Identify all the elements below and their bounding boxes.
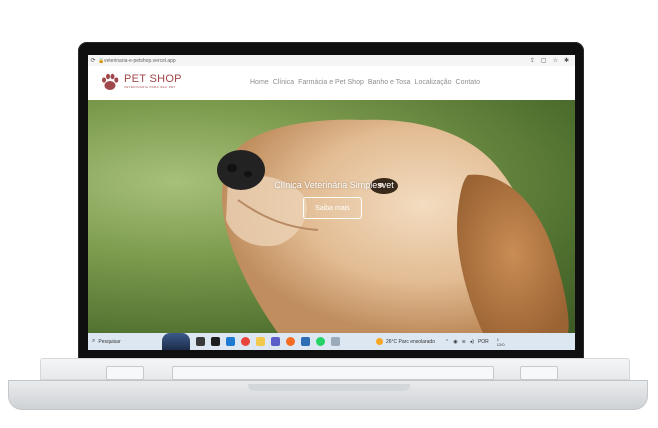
hinge-middle: [172, 366, 494, 380]
search-placeholder: Pesquisar: [98, 338, 121, 345]
wifi-icon[interactable]: ≋: [462, 339, 466, 345]
nav-banho-tosa[interactable]: Banho e Tosa: [368, 79, 411, 86]
photos-icon[interactable]: [331, 337, 340, 346]
vscode-icon[interactable]: [226, 337, 235, 346]
system-tray: ⌃ ◉ ≋ ◂) POR 1 12/0: [445, 337, 505, 347]
nav-clinica[interactable]: Clínica: [273, 79, 294, 86]
hero-banner: Clínica Veterinária Simplesvet Saiba mai…: [88, 100, 575, 333]
whatsapp-icon[interactable]: [316, 337, 325, 346]
terminal-icon[interactable]: [211, 337, 220, 346]
laptop-mockup: ⟳ 🔒 veterinaria-e-petshop.vercel.app ⇪ ▢…: [0, 0, 658, 428]
paw-icon: [102, 73, 119, 90]
nav-localizacao[interactable]: Localização: [415, 79, 452, 86]
site-header: PET SHOP VETERINÁRIA PARA SEU PET Home C…: [88, 66, 575, 101]
browser-actions: ⇪ ▢ ☆ ✱: [530, 57, 575, 64]
sun-icon: [376, 338, 383, 345]
hinge-left: [106, 366, 144, 380]
volume-icon[interactable]: ◂): [470, 339, 474, 345]
clock-date: 12/0: [496, 341, 505, 347]
file-explorer-icon[interactable]: [256, 337, 265, 346]
site-logo[interactable]: PET SHOP VETERINÁRIA PARA SEU PET: [100, 72, 182, 92]
search-icon: ⌕: [92, 338, 96, 344]
saiba-mais-button[interactable]: Saiba mais: [303, 197, 362, 219]
taskbar-weather[interactable]: 26°C Parc ensolarado: [376, 338, 435, 345]
chrome-icon[interactable]: [241, 337, 250, 346]
hinge-right: [520, 366, 558, 380]
weather-text: 26°C Parc ensolarado: [386, 338, 435, 345]
clock[interactable]: 1 12/0: [497, 337, 505, 347]
trackpad-notch: [248, 384, 410, 391]
chevron-up-icon[interactable]: ⌃: [445, 339, 449, 345]
language-indicator[interactable]: POR: [478, 339, 489, 345]
task-view-icon[interactable]: [196, 337, 205, 346]
star-icon[interactable]: ☆: [553, 57, 558, 64]
puzzle-icon[interactable]: ✱: [564, 57, 569, 64]
nav-home[interactable]: Home: [250, 79, 269, 86]
windows-taskbar: ⌕ Pesquisar 26°C Parc ensolarado ⌃ ◉ ≋ ◂…: [88, 333, 575, 350]
logo-title: PET SHOP: [124, 73, 182, 85]
taskbar-search[interactable]: ⌕ Pesquisar: [88, 338, 162, 345]
reload-icon[interactable]: ⟳: [88, 57, 98, 64]
logo-subtitle: VETERINÁRIA PARA SEU PET: [124, 85, 176, 89]
teams-icon[interactable]: [271, 337, 280, 346]
search-highlight-image[interactable]: [162, 333, 190, 350]
network-icon[interactable]: ◉: [453, 339, 457, 345]
extensions-icon[interactable]: ▢: [541, 57, 547, 64]
hero-title: Clínica Veterinária Simplesvet: [274, 180, 394, 190]
url-text[interactable]: veterinaria-e-petshop.vercel.app: [104, 58, 530, 64]
postman-icon[interactable]: [286, 337, 295, 346]
python-icon[interactable]: [301, 337, 310, 346]
nav-contato[interactable]: Contato: [456, 79, 481, 86]
laptop-screen: ⟳ 🔒 veterinaria-e-petshop.vercel.app ⇪ ▢…: [88, 55, 575, 350]
taskbar-apps: [196, 337, 340, 346]
nav-farmacia[interactable]: Farmácia e Pet Shop: [298, 79, 364, 86]
main-nav: Home Clínica Farmácia e Pet Shop Banho e…: [250, 79, 480, 86]
share-icon[interactable]: ⇪: [530, 57, 535, 64]
